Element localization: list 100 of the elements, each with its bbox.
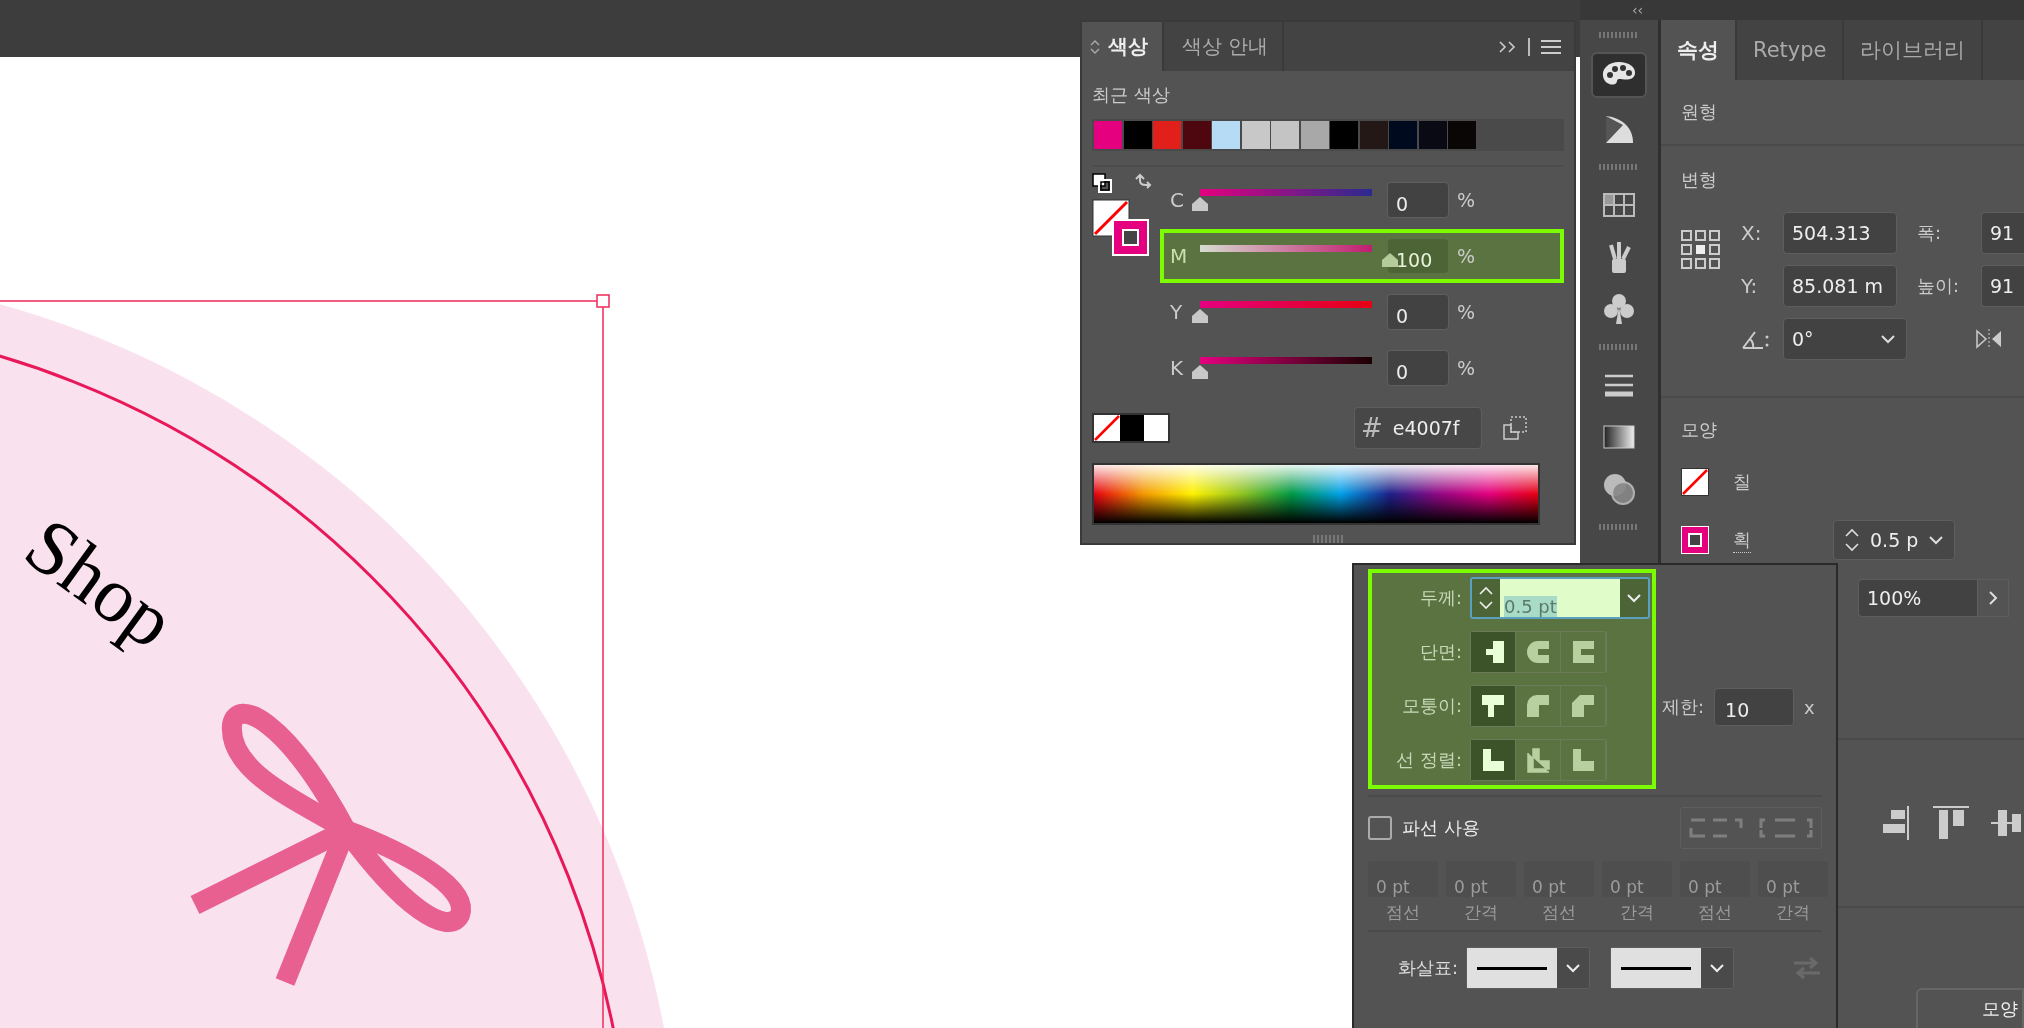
angle-dropdown[interactable]: 0°	[1783, 318, 1907, 360]
slider-thumb[interactable]	[1191, 308, 1209, 324]
color-swatch[interactable]	[1271, 121, 1299, 149]
limit-unit: x	[1804, 696, 1815, 718]
chevron-down-icon	[1565, 963, 1581, 973]
y-label: Y:	[1741, 274, 1759, 298]
fill-label: 칠	[1733, 470, 1751, 494]
appearance-button[interactable]: 모양	[1916, 988, 2024, 1028]
chevron-down-icon	[1626, 593, 1642, 603]
stroke-weight-field[interactable]: 0.5 p	[1833, 520, 1956, 560]
percent-label: %	[1457, 245, 1476, 267]
checkbox[interactable]	[1368, 816, 1392, 840]
section-title: 변형	[1681, 169, 1717, 190]
none-swatch[interactable]	[1094, 415, 1120, 441]
height-label: 높이:	[1917, 274, 1961, 298]
align-style-icon	[1570, 747, 1596, 773]
reference-point-icon[interactable]	[1681, 230, 1721, 270]
out-of-gamut-icon[interactable]	[1502, 415, 1528, 441]
double-chevron-icon[interactable]	[1498, 38, 1518, 55]
flip-horizontal-icon[interactable]	[1975, 329, 2003, 349]
color-swatch[interactable]	[1330, 121, 1358, 149]
percent-label: %	[1457, 357, 1476, 379]
align-right-icon[interactable]	[1881, 806, 1911, 840]
menu-icon[interactable]	[1540, 38, 1562, 55]
value-field[interactable]: 100	[1387, 238, 1449, 274]
width-label: 폭:	[1917, 221, 1943, 245]
arrowhead-label: 화살표:	[1396, 956, 1458, 980]
limit-label: 제한:	[1662, 695, 1705, 719]
channel-label: M	[1170, 244, 1189, 268]
value-field[interactable]: 0	[1387, 350, 1449, 386]
dashed-line-label: 파선 사용	[1402, 816, 1480, 840]
weight-label: 두께:	[1418, 586, 1462, 610]
chevron-down-icon	[1880, 334, 1896, 344]
slider-thumb[interactable]	[1381, 252, 1399, 268]
color-swatch[interactable]	[1144, 415, 1168, 441]
chevron-down-icon	[1709, 963, 1725, 973]
join-option-button[interactable]	[1471, 686, 1516, 726]
selection-handle[interactable]	[596, 294, 610, 308]
value-field[interactable]: 0	[1387, 182, 1449, 218]
value-field[interactable]: 0	[1387, 294, 1449, 330]
color-swatch[interactable]	[1359, 121, 1388, 149]
color-swatch[interactable]	[1212, 121, 1240, 149]
color-swatch[interactable]	[1123, 121, 1152, 149]
fill-stroke-proxy-icon[interactable]	[1092, 199, 1150, 257]
height-field[interactable]: 91	[1981, 265, 2024, 307]
object-type-label: 원형	[1681, 100, 1717, 124]
align-top-icon[interactable]	[1933, 806, 1969, 840]
palette-icon[interactable]	[1591, 52, 1647, 98]
channel-label: K	[1170, 356, 1185, 380]
limit-field[interactable]: 10	[1714, 688, 1795, 726]
start-arrowhead-dropdown[interactable]	[1466, 947, 1590, 989]
cap-style-icon	[1570, 639, 1596, 665]
dash-field-label: 점선	[1698, 901, 1732, 924]
percent-label: %	[1457, 189, 1476, 211]
diamond-arrows-icon	[1090, 38, 1100, 55]
curved-text: Shop	[10, 500, 191, 666]
align-style-icon	[1525, 747, 1551, 773]
color-swatch[interactable]	[1120, 415, 1144, 441]
hex-field[interactable]: # e4007f	[1354, 407, 1482, 449]
opacity-field[interactable]: 100%	[1858, 579, 1978, 617]
color-swatch[interactable]	[1241, 121, 1270, 149]
x-field[interactable]: 504.313	[1783, 212, 1897, 254]
color-swatch[interactable]	[1300, 121, 1329, 149]
end-arrowhead-dropdown[interactable]	[1610, 947, 1734, 989]
panel-tab[interactable]: Retype	[1737, 20, 1845, 80]
channel-label: C	[1170, 188, 1185, 212]
resize-grip[interactable]	[1313, 535, 1343, 543]
panel-tab[interactable]: 색상	[1082, 22, 1164, 71]
dash-field-label: 간격	[1464, 901, 1498, 924]
join-style-icon	[1480, 693, 1506, 719]
y-field[interactable]: 85.081 m	[1783, 265, 1897, 307]
color-swatch[interactable]	[1153, 121, 1181, 149]
align-style-icon	[1480, 747, 1506, 773]
slider-thumb[interactable]	[1191, 196, 1209, 212]
color-swatch[interactable]	[1389, 121, 1417, 149]
cap-option-button[interactable]	[1471, 632, 1516, 672]
panel-tab[interactable]: 색상 안내	[1174, 22, 1285, 71]
percent-label: %	[1457, 301, 1476, 323]
color-swatch[interactable]	[1182, 121, 1211, 149]
width-field[interactable]: 91	[1981, 212, 2024, 254]
dash-field-label: 간격	[1776, 901, 1810, 924]
panel-tab[interactable]: 속성	[1661, 20, 1737, 80]
panel-tab[interactable]: 라이브러리	[1844, 20, 1984, 80]
color-swatch[interactable]	[1094, 121, 1122, 149]
cap-style-icon	[1525, 639, 1551, 665]
join-style-icon	[1570, 693, 1596, 719]
x-label: X:	[1741, 221, 1763, 245]
color-swatch[interactable]	[1418, 121, 1447, 149]
chevron-right-icon[interactable]	[1978, 579, 2009, 617]
color-spectrum[interactable]	[1092, 463, 1540, 525]
slider-thumb[interactable]	[1191, 364, 1209, 380]
color-swatch[interactable]	[1448, 121, 1476, 149]
stroke-swatch[interactable]	[1681, 526, 1709, 554]
option-label: 단면:	[1418, 640, 1462, 664]
spinner-icon	[1844, 527, 1860, 553]
default-colors-icon[interactable]	[1092, 173, 1112, 193]
stroke-label[interactable]: 획	[1733, 527, 1751, 553]
collapse-button[interactable]: ‹‹	[1632, 3, 1644, 17]
align-option-button[interactable]	[1471, 740, 1516, 780]
fill-none-swatch[interactable]	[1681, 468, 1709, 496]
